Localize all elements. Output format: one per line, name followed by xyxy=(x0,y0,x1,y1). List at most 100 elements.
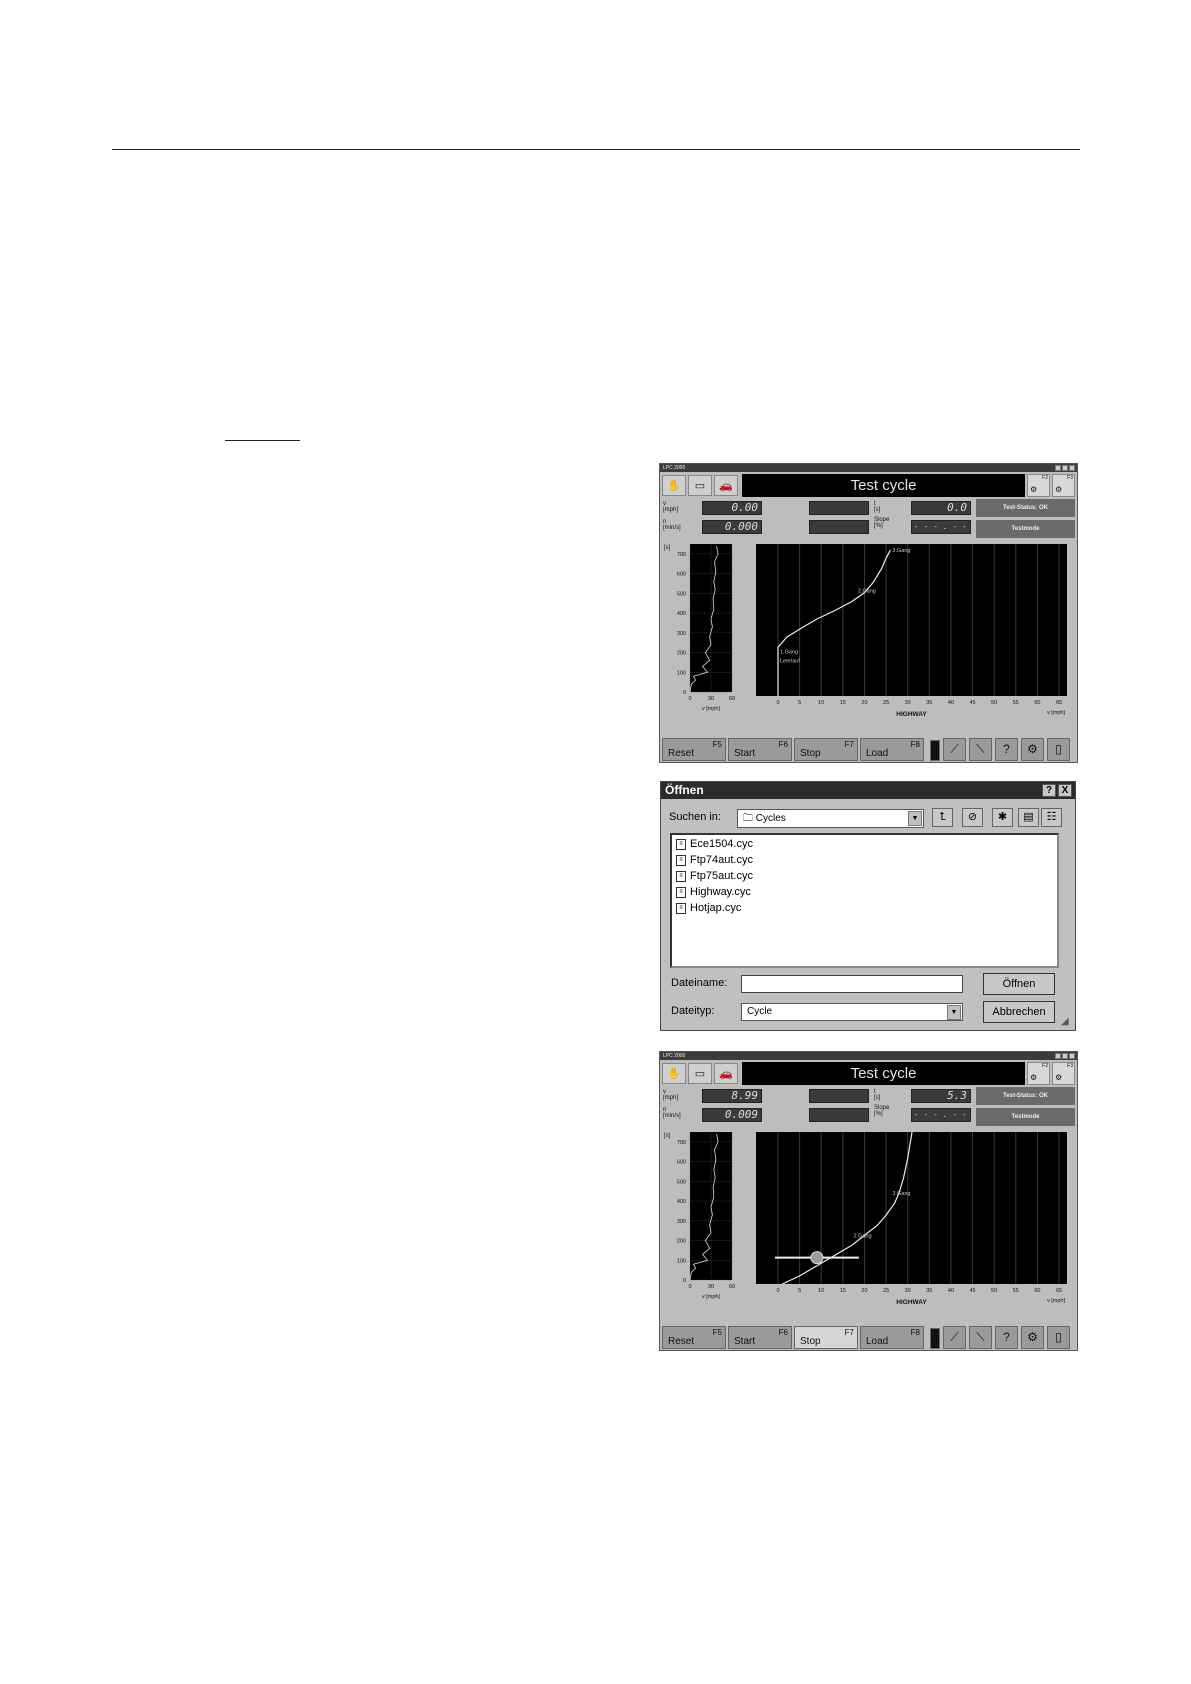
help-icon[interactable]: ? xyxy=(995,1326,1018,1349)
close-button[interactable]: X xyxy=(1058,784,1072,797)
main-x-tick-label: 60 xyxy=(1034,1288,1040,1294)
toolbar: ✋ ▭ 🚗 Test cycle F2 ⚙ F3 ⚙ xyxy=(662,1061,1075,1086)
status-badge: Test-Status: OK xyxy=(976,1087,1075,1105)
open-button[interactable]: Öffnen xyxy=(983,973,1055,995)
main-x-tick-label: 5 xyxy=(798,1288,801,1294)
readout-row: v [mph] n [min/s] 0.00 0.000 t [s] Slope [%]… xyxy=(662,499,1075,539)
f3-key[interactable]: F3 ⚙ xyxy=(1052,474,1075,497)
header-rule xyxy=(112,149,1080,150)
look-in-select[interactable]: 🗀 Cycles ▼ xyxy=(737,809,924,828)
side-y-tick-label: 200 xyxy=(677,1239,686,1245)
start-button[interactable]: Start F6 xyxy=(728,1326,792,1349)
engine-icon[interactable]: ▭ xyxy=(688,1063,712,1084)
f3-key[interactable]: F3 ⚙ xyxy=(1052,1062,1075,1085)
desktop-icon[interactable]: ⊘ xyxy=(962,808,983,827)
look-in-label: Suchen in: xyxy=(669,811,721,823)
list-item[interactable]: ≡ Hotjap.cyc xyxy=(676,901,741,916)
side-x-axis-label: v [mph] xyxy=(702,706,721,712)
side-y-tick-label: 100 xyxy=(677,1258,686,1264)
list-item[interactable]: ≡ Ftp74aut.cyc xyxy=(676,853,753,868)
load-button[interactable]: Load F8 xyxy=(860,1326,924,1349)
minimize-button[interactable] xyxy=(1055,1053,1061,1059)
cancel-button[interactable]: Abbrechen xyxy=(983,1001,1055,1023)
reset-fkey: F5 xyxy=(712,740,722,749)
maximize-button[interactable] xyxy=(1062,465,1068,471)
up-folder-icon[interactable]: ⮤ xyxy=(932,808,953,827)
stop-button[interactable]: Stop F7 xyxy=(794,738,858,761)
main-x-axis-unit: v [mph] xyxy=(1047,710,1066,716)
load-label: Load xyxy=(866,1336,889,1347)
aux-readout-1 xyxy=(809,1089,869,1103)
stop-button[interactable]: Stop F7 xyxy=(794,1326,858,1349)
reset-button[interactable]: Reset F5 xyxy=(662,1326,726,1349)
dialog-title-text: Öffnen xyxy=(665,783,704,797)
list-item[interactable]: ≡ Highway.cyc xyxy=(676,885,751,900)
v-readout: 8.99 xyxy=(702,1089,762,1103)
car-icon[interactable]: 🚗 xyxy=(714,1063,738,1084)
gear-up-icon[interactable]: ⟋ xyxy=(943,1326,966,1349)
main-x-tick-label: 60 xyxy=(1034,700,1040,706)
f2-key[interactable]: F2 ⚙ xyxy=(1027,474,1050,497)
t-label: t [s] xyxy=(874,501,881,513)
close-button[interactable] xyxy=(1069,1053,1075,1059)
resize-grip-icon[interactable]: ◢ xyxy=(1061,1016,1073,1028)
list-view-icon[interactable]: ▤ xyxy=(1018,808,1039,827)
reset-label: Reset xyxy=(668,1336,695,1347)
file-icon: ≡ xyxy=(676,887,686,898)
filetype-select[interactable]: Cycle ▼ xyxy=(741,1003,963,1021)
main-x-axis-unit: v [mph] xyxy=(1047,1298,1066,1304)
f2-label: F2 xyxy=(1042,1063,1048,1069)
cog-icon: ⚙ xyxy=(1055,485,1063,494)
main-x-tick-label: 65 xyxy=(1056,700,1062,706)
gear-down-icon[interactable]: ⟍ xyxy=(969,738,992,761)
exit-icon[interactable]: ▯ xyxy=(1047,1326,1070,1349)
chevron-down-icon[interactable]: ▼ xyxy=(908,811,922,826)
stop-fkey: F7 xyxy=(844,740,854,749)
gear-down-icon[interactable]: ⟍ xyxy=(969,1326,992,1349)
maximize-button[interactable] xyxy=(1062,1053,1068,1059)
main-x-tick-label: 35 xyxy=(926,700,932,706)
gear-annotation: 2.Gang xyxy=(858,589,876,595)
lpc-window-running: LPC 2000 ✋ ▭ 🚗 Test cycle F2 ⚙ F3 ⚙ v [mph]… xyxy=(659,1051,1078,1351)
readout-row: v [mph] n [min/s] 8.99 0.009 t [s] Slope [%]… xyxy=(662,1087,1075,1127)
dyno-icon[interactable]: ⚙ xyxy=(1021,1326,1044,1349)
help-icon[interactable]: ? xyxy=(995,738,1018,761)
car-icon[interactable]: 🚗 xyxy=(714,475,738,496)
chevron-down-icon[interactable]: ▼ xyxy=(947,1005,961,1020)
main-x-tick-label: 35 xyxy=(926,1288,932,1294)
side-y-tick-label: 600 xyxy=(677,1160,686,1166)
help-button[interactable]: ? xyxy=(1042,784,1056,797)
main-x-tick-label: 10 xyxy=(818,1288,824,1294)
hand-icon[interactable]: ✋ xyxy=(662,1063,686,1084)
load-button[interactable]: Load F8 xyxy=(860,738,924,761)
screen-title: Test cycle xyxy=(742,1062,1025,1085)
details-view-icon[interactable]: ☷ xyxy=(1041,808,1062,827)
hand-icon[interactable]: ✋ xyxy=(662,475,686,496)
list-item[interactable]: ≡ Ece1504.cyc xyxy=(676,837,753,852)
file-icon: ≡ xyxy=(676,839,686,850)
f3-label: F3 xyxy=(1067,1063,1073,1069)
start-button[interactable]: Start F6 xyxy=(728,738,792,761)
gear-up-icon[interactable]: ⟋ xyxy=(943,738,966,761)
minimize-button[interactable] xyxy=(1055,465,1061,471)
filename-input[interactable] xyxy=(741,975,963,993)
exit-icon[interactable]: ▯ xyxy=(1047,738,1070,761)
aux-readout-2 xyxy=(809,520,869,534)
new-folder-icon[interactable]: ✱ xyxy=(992,808,1013,827)
f2-label: F2 xyxy=(1042,475,1048,481)
main-x-tick-label: 50 xyxy=(991,1288,997,1294)
close-button[interactable] xyxy=(1069,465,1075,471)
file-list[interactable]: ≡ Ece1504.cyc ≡ Ftp74aut.cyc ≡ Ftp75aut.cyc… xyxy=(670,833,1059,968)
reset-button[interactable]: Reset F5 xyxy=(662,738,726,761)
side-y-tick-label: 700 xyxy=(677,552,686,558)
main-x-tick-label: 15 xyxy=(840,1288,846,1294)
side-y-tick-label: 300 xyxy=(677,1219,686,1225)
screen-title: Test cycle xyxy=(742,474,1025,497)
engine-icon[interactable]: ▭ xyxy=(688,475,712,496)
list-item[interactable]: ≡ Ftp75aut.cyc xyxy=(676,869,753,884)
stop-fkey: F7 xyxy=(844,1328,854,1337)
n-label: n [min/s] xyxy=(663,519,681,531)
window-title: LPC 2000 xyxy=(663,1053,686,1059)
f2-key[interactable]: F2 ⚙ xyxy=(1027,1062,1050,1085)
dyno-icon[interactable]: ⚙ xyxy=(1021,738,1044,761)
